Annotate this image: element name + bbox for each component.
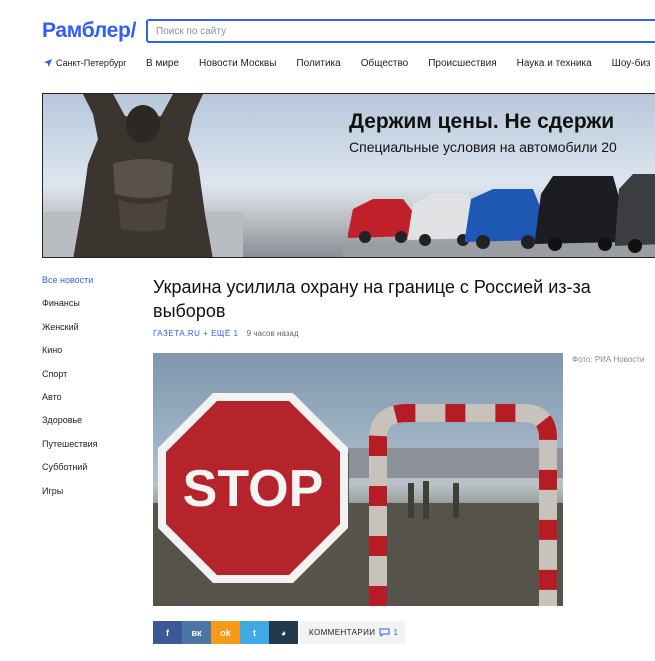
nav-item-world[interactable]: В мире bbox=[146, 58, 179, 69]
livejournal-icon[interactable]: ◕ bbox=[269, 621, 298, 644]
sidebar-item-cinema[interactable]: Кино bbox=[42, 346, 98, 369]
stop-sign-text: STOP bbox=[183, 460, 324, 518]
share-bar: f вк ok t ◕ bbox=[153, 621, 298, 644]
sidebar-item-all-news[interactable]: Все новости bbox=[42, 275, 98, 299]
article-time: 9 часов назад bbox=[246, 329, 299, 338]
sidebar: Все новости Финансы Женский Кино Спорт А… bbox=[42, 275, 98, 510]
location-arrow-icon bbox=[44, 59, 52, 67]
banner-subline: Специальные условия на автомобили 20 bbox=[349, 139, 617, 155]
sidebar-item-finance[interactable]: Финансы bbox=[42, 299, 98, 322]
article-meta: ГАЗЕТА.RU + ЕЩЁ 1 9 часов назад bbox=[153, 329, 299, 338]
photo-credit: Фото: РИА Новости bbox=[572, 355, 645, 364]
comment-bubble-icon bbox=[379, 628, 390, 637]
article-photo: STOP bbox=[153, 353, 563, 606]
city-label: Санкт-Петербург bbox=[56, 58, 127, 68]
sidebar-item-health[interactable]: Здоровье bbox=[42, 416, 98, 439]
sidebar-item-auto[interactable]: Авто bbox=[42, 392, 98, 416]
vk-icon[interactable]: вк bbox=[182, 621, 211, 644]
nav-item-science[interactable]: Наука и техника bbox=[517, 58, 592, 69]
odnoklassniki-icon[interactable]: ok bbox=[211, 621, 240, 644]
atlas-statue-image bbox=[43, 94, 243, 257]
sidebar-item-travel[interactable]: Путешествия bbox=[42, 439, 98, 463]
stop-sign-photo: STOP bbox=[153, 393, 563, 606]
nav-item-showbiz[interactable]: Шоу-биз bbox=[612, 58, 651, 69]
comments-count: 1 bbox=[393, 628, 399, 637]
sidebar-item-games[interactable]: Игры bbox=[42, 486, 98, 510]
sidebar-item-sport[interactable]: Спорт bbox=[42, 369, 98, 393]
cars-image bbox=[343, 174, 655, 257]
nav-item-politics[interactable]: Политика bbox=[296, 58, 340, 69]
article-title: Украина усилила охрану на границе с Росс… bbox=[153, 277, 591, 321]
twitter-icon[interactable]: t bbox=[240, 621, 269, 644]
search-input[interactable] bbox=[148, 21, 655, 42]
comments-button[interactable]: КОММЕНТАРИИ 1 bbox=[300, 621, 405, 644]
nav-item-moscow[interactable]: Новости Москвы bbox=[199, 58, 276, 69]
city-selector[interactable]: Санкт-Петербург bbox=[44, 58, 127, 68]
top-nav: В мире Новости Москвы Политика Общество … bbox=[146, 58, 655, 69]
sidebar-item-women[interactable]: Женский bbox=[42, 322, 98, 346]
article-source-link[interactable]: ГАЗЕТА.RU + ЕЩЁ 1 bbox=[153, 329, 238, 338]
rambler-logo[interactable]: Рамблер/ bbox=[42, 19, 136, 43]
banner-headline: Держим цены. Не сдержи bbox=[349, 110, 615, 133]
nav-item-society[interactable]: Общество bbox=[361, 58, 409, 69]
comments-label: КОММЕНТАРИИ bbox=[309, 628, 376, 637]
search-field[interactable] bbox=[146, 19, 655, 43]
ad-banner[interactable]: Держим цены. Не сдержи Специальные услов… bbox=[42, 93, 655, 258]
facebook-icon[interactable]: f bbox=[153, 621, 182, 644]
sidebar-item-saturday[interactable]: Субботний bbox=[42, 463, 98, 486]
nav-item-incidents[interactable]: Происшествия bbox=[428, 58, 496, 69]
